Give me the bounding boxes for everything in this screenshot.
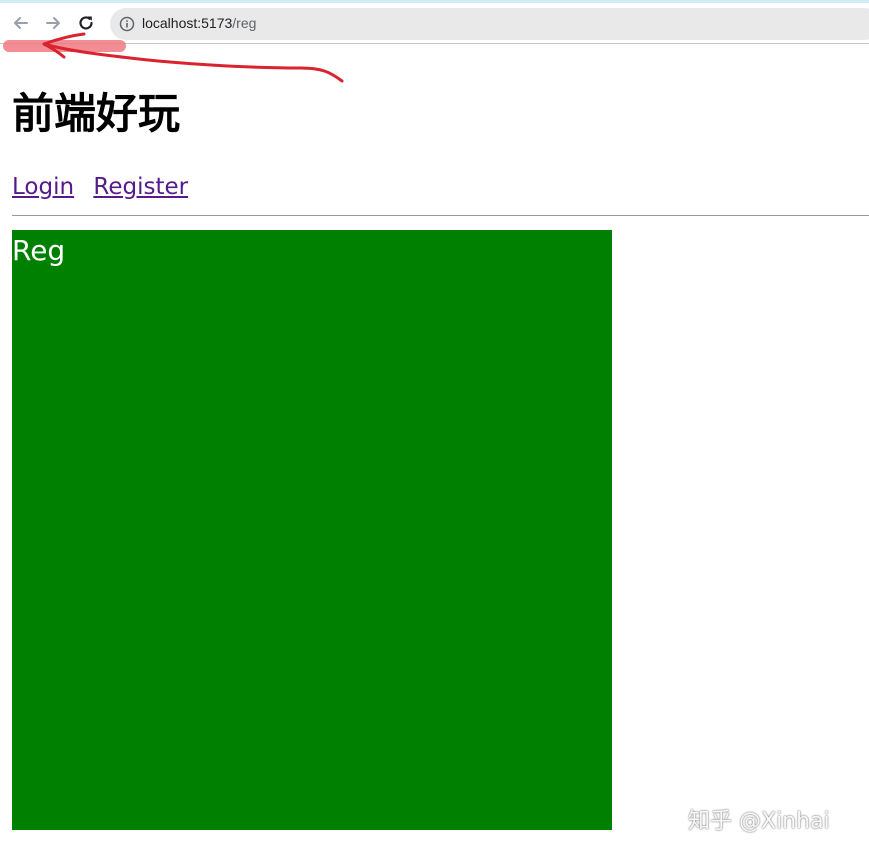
page-title: 前端好玩 bbox=[12, 89, 181, 138]
nav-links: Login Register bbox=[12, 174, 200, 200]
watermark: 知乎 @Xinhai bbox=[688, 809, 830, 834]
back-button[interactable] bbox=[10, 12, 32, 34]
divider bbox=[12, 215, 869, 216]
reg-content-box: Reg bbox=[12, 230, 612, 830]
url-path: /reg bbox=[232, 15, 257, 31]
register-link[interactable]: Register bbox=[93, 174, 188, 200]
login-link[interactable]: Login bbox=[12, 174, 74, 200]
arrow-left-icon bbox=[14, 17, 28, 29]
browser-toolbar: localhost:5173/reg bbox=[0, 0, 869, 44]
url-host: localhost:5173 bbox=[142, 15, 233, 31]
arrow-right-icon bbox=[46, 17, 60, 29]
reload-button[interactable] bbox=[75, 12, 97, 34]
info-circle-icon[interactable] bbox=[119, 16, 135, 32]
url-text: localhost:5173/reg bbox=[142, 15, 256, 31]
reg-label: Reg bbox=[12, 234, 66, 267]
reload-icon bbox=[79, 16, 93, 30]
address-bar[interactable]: localhost:5173/reg bbox=[110, 8, 869, 40]
forward-button[interactable] bbox=[42, 12, 64, 34]
